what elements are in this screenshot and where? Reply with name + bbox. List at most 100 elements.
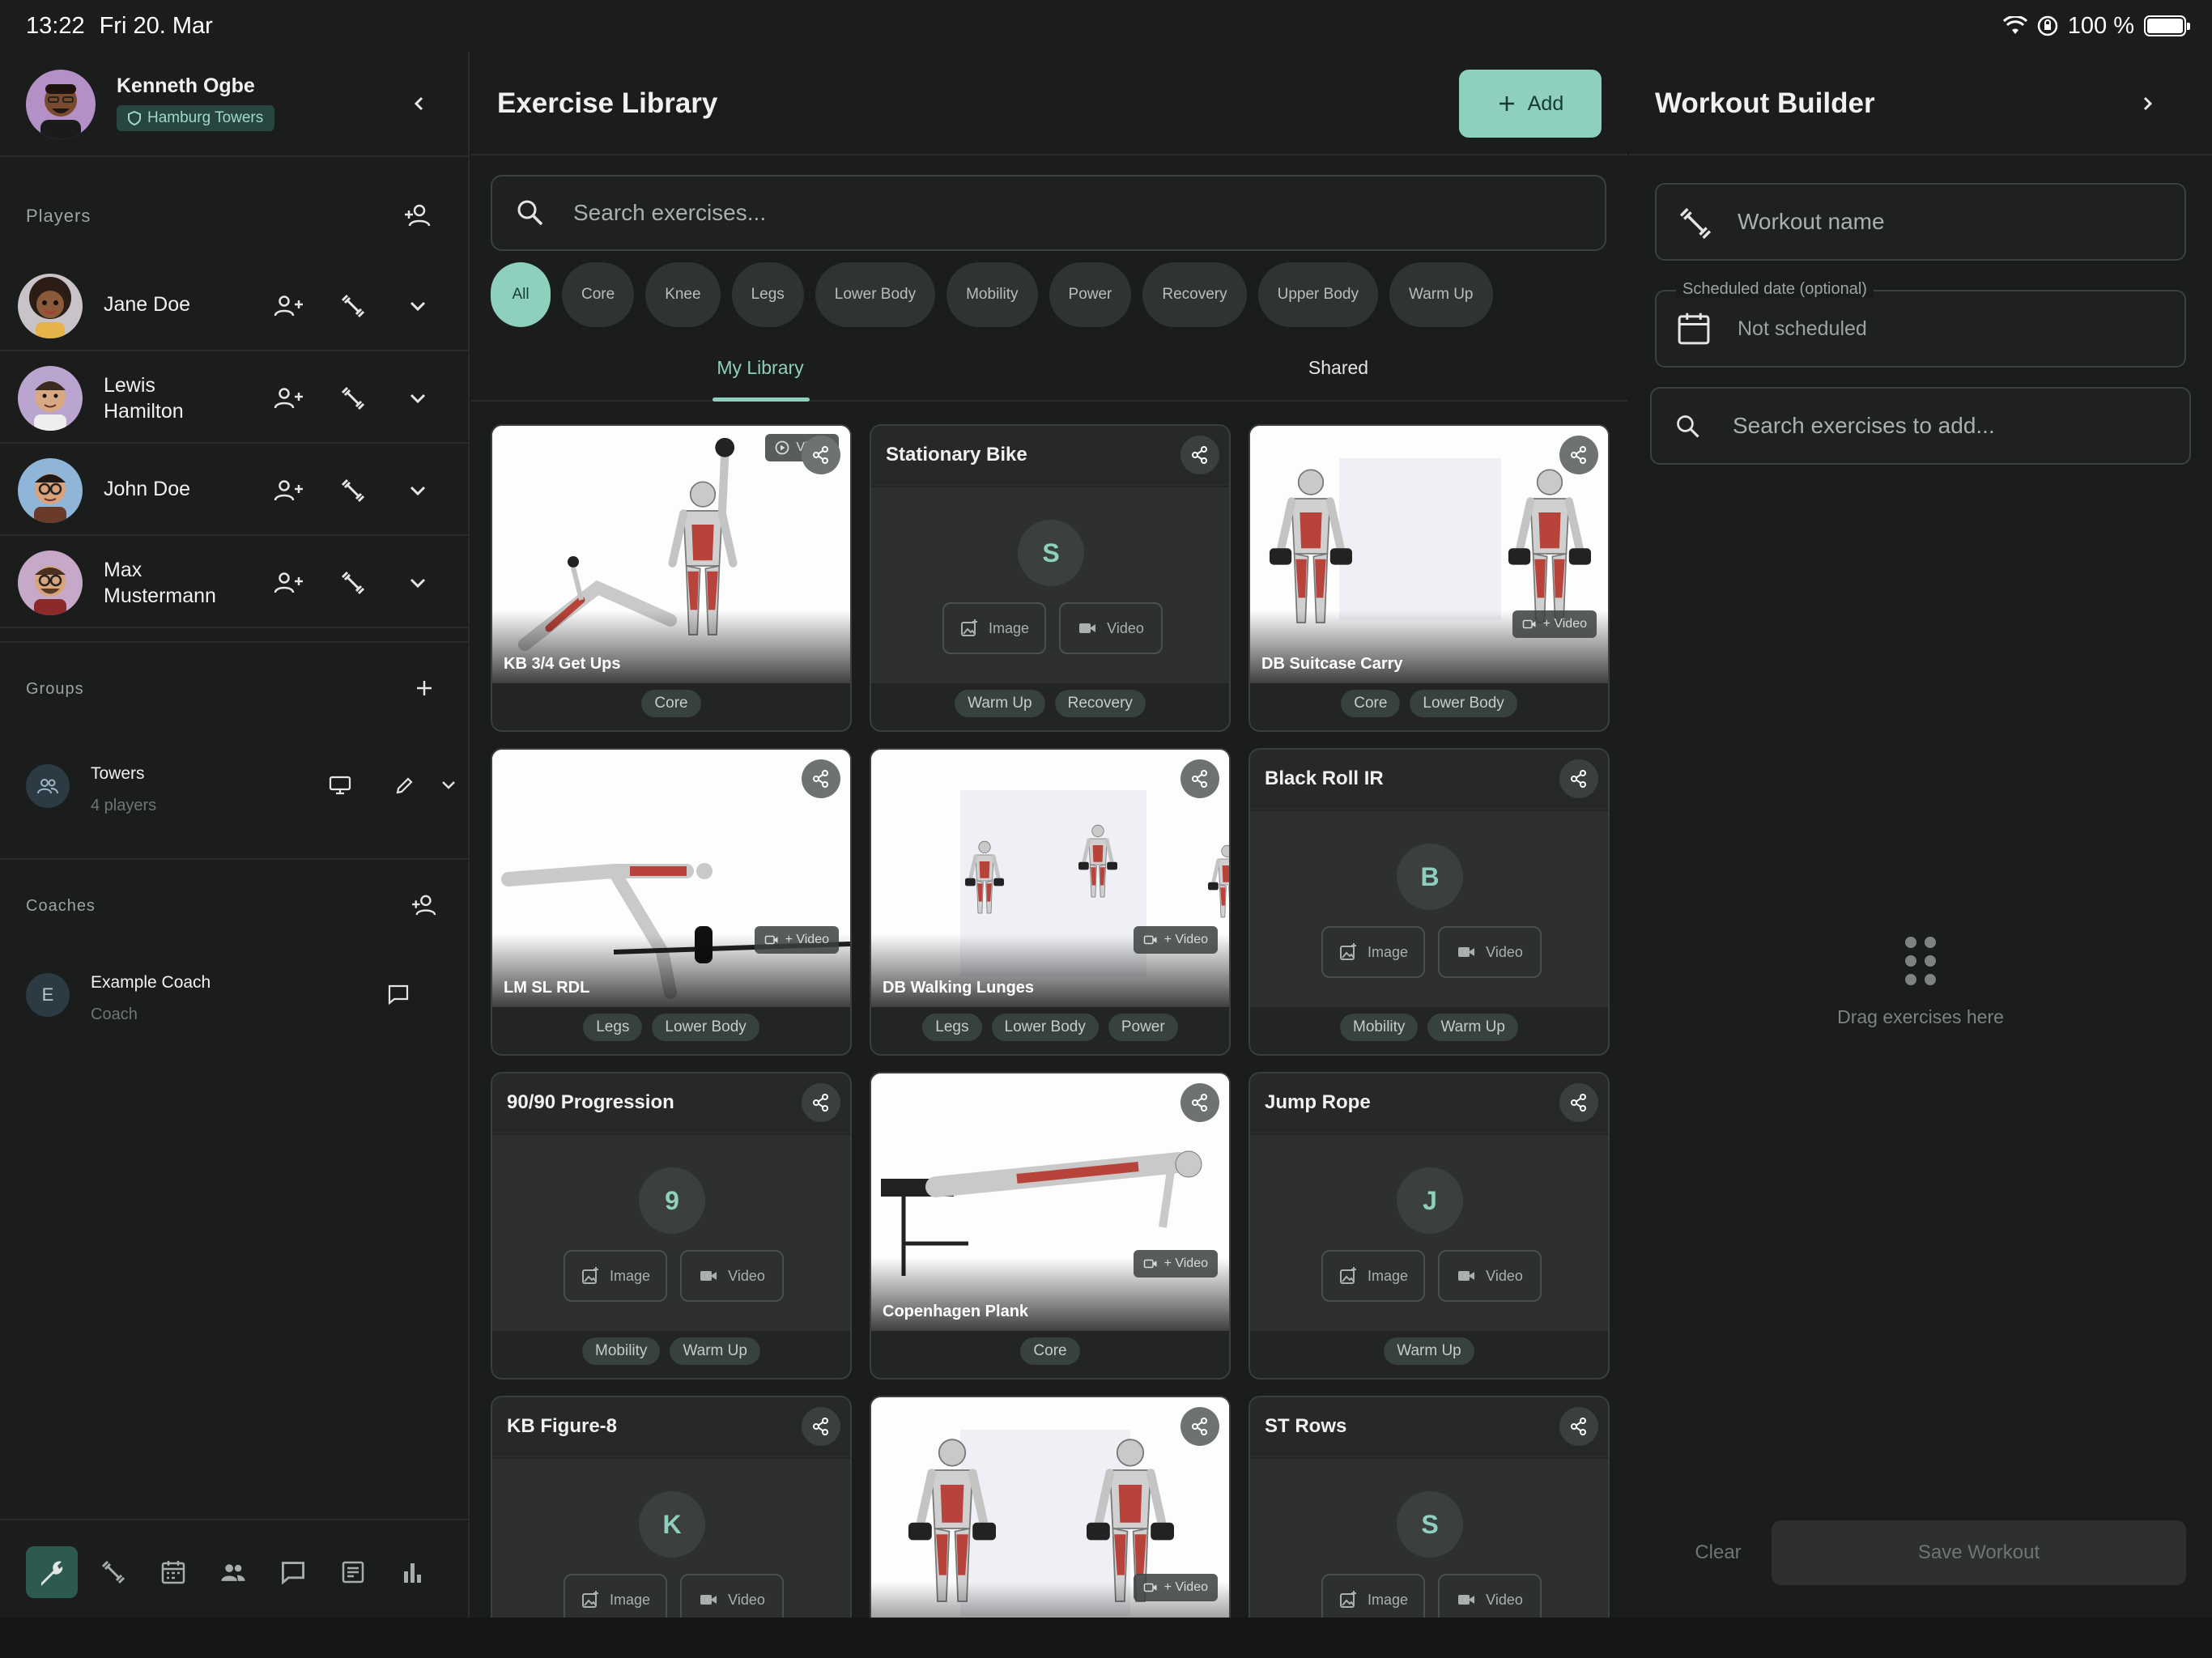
nav-tools[interactable] (26, 1546, 78, 1598)
filter-chip-lower-body[interactable]: Lower Body (815, 262, 936, 327)
add-video-badge[interactable]: + Video (1512, 610, 1597, 638)
exercise-card[interactable]: ST Rows S Image Video (1249, 1396, 1610, 1618)
add-exercise-button[interactable]: Add (1459, 70, 1602, 138)
filter-chip-power[interactable]: Power (1049, 262, 1132, 327)
player-row[interactable]: Jane Doe (0, 259, 470, 351)
add-video-badge[interactable]: + Video (1133, 1250, 1218, 1278)
share-button[interactable] (802, 436, 840, 474)
tab-shared[interactable]: Shared (1049, 335, 1627, 400)
user-avatar[interactable] (26, 70, 96, 139)
exercise-drop-zone[interactable]: Drag exercises here (1629, 934, 2212, 1028)
exercise-card[interactable]: KB 3/4 Get UpsVideo Core (491, 424, 852, 732)
share-button[interactable] (1180, 436, 1219, 474)
filter-chip-core[interactable]: Core (562, 262, 635, 327)
expand-group-button[interactable] (432, 767, 465, 803)
card-title-bar: Jump Rope (1250, 1073, 1608, 1133)
add-video-badge[interactable]: + Video (1133, 926, 1218, 954)
share-button[interactable] (1180, 1407, 1219, 1446)
nav-calendar[interactable] (147, 1546, 199, 1598)
tab-my-library[interactable]: My Library (471, 335, 1049, 400)
add-video-button[interactable]: Video (680, 1250, 784, 1302)
add-video-badge[interactable]: + Video (1133, 1574, 1218, 1601)
add-video-button[interactable]: Video (1438, 926, 1542, 978)
scheduled-date-field[interactable]: Scheduled date (optional) Not scheduled (1655, 280, 2186, 368)
expand-player-button[interactable] (400, 288, 436, 324)
player-row[interactable]: Max Mustermann (0, 536, 470, 628)
share-button[interactable] (802, 759, 840, 798)
nav-stats[interactable] (387, 1546, 439, 1598)
exercise-card[interactable]: Black Roll IR B Image Video Mobility Warm Up (1249, 748, 1610, 1056)
exercise-card[interactable]: KB Figure-8 K Image Video (491, 1396, 852, 1618)
add-image-button[interactable]: Image (564, 1250, 667, 1302)
expand-player-button[interactable] (400, 565, 436, 601)
assign-player-button[interactable] (270, 288, 306, 324)
add-image-button[interactable]: Image (564, 1574, 667, 1618)
exercise-card[interactable]: DB Suitcase Carry + Video Core Lower Body (1249, 424, 1610, 732)
add-video-button[interactable]: Video (680, 1574, 784, 1618)
share-button[interactable] (1559, 1407, 1598, 1446)
add-image-button[interactable]: Image (1321, 1574, 1425, 1618)
builder-search-input[interactable] (1733, 389, 2154, 463)
media-placeholder: 9 Image Video (492, 1135, 850, 1331)
group-display-button[interactable] (322, 767, 358, 803)
search-input[interactable] (573, 176, 1545, 249)
add-video-label: + Video (785, 933, 829, 946)
assign-player-button[interactable] (270, 565, 306, 601)
share-button[interactable] (1559, 436, 1598, 474)
player-avatar (18, 458, 83, 523)
expand-player-button[interactable] (400, 380, 436, 416)
nav-workouts[interactable] (87, 1546, 139, 1598)
exercise-card[interactable]: Jump Rope J Image Video Warm Up (1249, 1072, 1610, 1380)
filter-chip-knee[interactable]: Knee (645, 262, 721, 327)
add-group-button[interactable] (406, 670, 442, 706)
player-workout-button[interactable] (335, 473, 371, 508)
expand-player-button[interactable] (400, 473, 436, 508)
share-button[interactable] (1559, 759, 1598, 798)
add-image-button[interactable]: Image (942, 602, 1046, 654)
share-button[interactable] (1180, 1083, 1219, 1122)
add-image-button[interactable]: Image (1321, 926, 1425, 978)
player-workout-button[interactable] (335, 288, 371, 324)
share-button[interactable] (1559, 1083, 1598, 1122)
edit-group-button[interactable] (387, 767, 423, 803)
exercise-card[interactable]: + Video (870, 1396, 1231, 1618)
share-icon (813, 1094, 828, 1112)
player-row[interactable]: Lewis Hamilton (0, 351, 470, 444)
player-row[interactable]: John Doe (0, 444, 470, 536)
player-workout-button[interactable] (335, 380, 371, 416)
save-workout-button[interactable]: Save Workout (1772, 1520, 2186, 1585)
share-button[interactable] (802, 1407, 840, 1446)
add-coach-button[interactable] (406, 887, 442, 923)
add-video-button[interactable]: Video (1438, 1250, 1542, 1302)
filter-chip-all[interactable]: All (491, 262, 551, 327)
player-workout-button[interactable] (335, 565, 371, 601)
exercise-card[interactable]: Copenhagen Plank + Video Core (870, 1072, 1231, 1380)
clear-button[interactable]: Clear (1661, 1520, 1775, 1585)
add-image-button[interactable]: Image (1321, 1250, 1425, 1302)
filter-chip-mobility[interactable]: Mobility (946, 262, 1038, 327)
collapse-sidebar-button[interactable] (405, 89, 434, 118)
nav-notes[interactable] (327, 1546, 379, 1598)
groups-section-title: Groups (26, 680, 84, 698)
add-video-button[interactable]: Video (1438, 1574, 1542, 1618)
message-coach-button[interactable] (381, 976, 416, 1012)
filter-chip-legs[interactable]: Legs (731, 262, 804, 327)
assign-player-button[interactable] (270, 473, 306, 508)
collapse-builder-button[interactable] (2131, 87, 2163, 120)
exercise-card[interactable]: DB Walking Lunges + Video Legs Lower Body Po… (870, 748, 1231, 1056)
exercise-card[interactable]: 90/90 Progression 9 Image Video Mobility Warm… (491, 1072, 852, 1380)
filter-chip-upper-body[interactable]: Upper Body (1257, 262, 1378, 327)
nav-messages[interactable] (267, 1546, 319, 1598)
add-player-button[interactable] (400, 198, 436, 233)
add-video-badge[interactable]: + Video (754, 926, 839, 954)
filter-chip-warm-up[interactable]: Warm Up (1389, 262, 1493, 327)
add-video-button[interactable]: Video (1059, 602, 1163, 654)
exercise-card[interactable]: LM SL RDL + Video Legs Lower Body (491, 748, 852, 1056)
nav-team[interactable] (207, 1546, 259, 1598)
exercise-card[interactable]: Stationary Bike S Image Video Warm Up Recover… (870, 424, 1231, 732)
share-button[interactable] (802, 1083, 840, 1122)
workout-name-input[interactable] (1738, 185, 2159, 259)
assign-player-button[interactable] (270, 380, 306, 416)
filter-chip-recovery[interactable]: Recovery (1142, 262, 1247, 327)
share-button[interactable] (1180, 759, 1219, 798)
